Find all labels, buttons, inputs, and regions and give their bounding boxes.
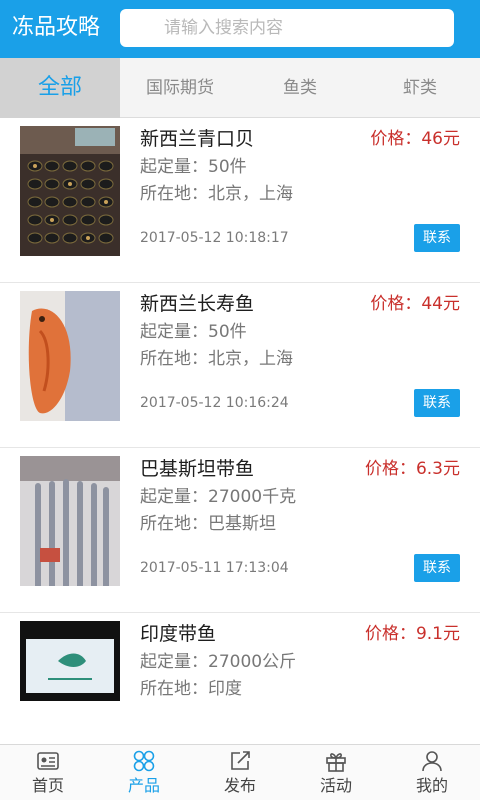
app-title: 冻品攻略 [12, 15, 101, 40]
product-list: 新西兰青口贝 价格：46元 起定量：50件 所在地：北京，上海 2017-05-… [0, 118, 480, 744]
nav-publish-label: 发布 [223, 776, 256, 795]
tab-shrimp[interactable]: 虾类 [360, 58, 480, 118]
nav-activity-label: 活动 [319, 776, 352, 795]
contact-button[interactable]: 联系 [414, 389, 460, 417]
products-icon [133, 750, 155, 772]
product-moq: 起定量：27000公斤 [140, 652, 297, 672]
product-image [20, 126, 120, 256]
search-placeholder: 请输入搜索内容 [164, 18, 283, 38]
product-price: 价格：6.3元 [365, 456, 460, 482]
price-value: 46元 [421, 129, 460, 149]
product-moq: 起定量：50件 [140, 322, 247, 342]
nav-mine-label: 我的 [415, 776, 448, 795]
nav-activity[interactable]: 活动 [288, 745, 384, 800]
product-location: 所在地：印度 [140, 679, 242, 699]
tab-all[interactable]: 全部 [0, 58, 120, 118]
publish-icon [231, 751, 250, 770]
product-timestamp: 2017-05-12 10:16:24 [140, 395, 289, 411]
tab-futures[interactable]: 国际期货 [120, 58, 240, 118]
home-icon [37, 752, 59, 770]
gift-icon [326, 753, 346, 772]
top-bar: 冻品攻略 请输入搜索内容 [0, 0, 480, 58]
product-item[interactable]: 巴基斯坦带鱼 价格：6.3元 起定量：27000千克 所在地：巴基斯坦 2017… [0, 448, 480, 613]
product-price: 价格：9.1元 [365, 621, 460, 647]
nav-mine[interactable]: 我的 [384, 745, 480, 800]
product-location: 所在地：巴基斯坦 [140, 514, 276, 534]
product-price: 价格：44元 [370, 291, 460, 317]
hairtail-box-image [20, 621, 120, 701]
mussels-image [20, 126, 120, 256]
product-name: 新西兰长寿鱼 [140, 293, 255, 315]
product-location: 所在地：北京，上海 [140, 349, 293, 369]
price-label: 价格： [370, 129, 422, 149]
price-label: 价格： [364, 459, 416, 479]
bottom-nav: 首页 产品 发布 活动 我的 [0, 744, 480, 800]
nav-home-label: 首页 [31, 776, 64, 795]
user-icon [422, 751, 442, 772]
product-item[interactable]: 新西兰青口贝 价格：46元 起定量：50件 所在地：北京，上海 2017-05-… [0, 118, 480, 283]
product-moq: 起定量：27000千克 [140, 487, 297, 507]
product-location: 所在地：北京，上海 [140, 184, 293, 204]
price-value: 6.3元 [415, 459, 460, 479]
hairtail-image [20, 456, 120, 586]
product-name: 巴基斯坦带鱼 [140, 458, 255, 480]
product-image [20, 456, 120, 586]
product-timestamp: 2017-05-12 10:18:17 [140, 230, 289, 246]
product-image [20, 291, 120, 421]
nav-publish[interactable]: 发布 [192, 745, 288, 800]
product-moq: 起定量：50件 [140, 157, 247, 177]
product-name: 印度带鱼 [140, 623, 217, 645]
search-input[interactable]: 请输入搜索内容 [120, 9, 454, 47]
category-tabs: 全部 国际期货 鱼类 虾类 [0, 58, 480, 118]
contact-button[interactable]: 联系 [414, 554, 460, 582]
nav-products-label: 产品 [127, 776, 160, 795]
tab-fish[interactable]: 鱼类 [240, 58, 360, 118]
price-value: 44元 [421, 294, 460, 314]
nav-products[interactable]: 产品 [96, 745, 192, 800]
contact-button[interactable]: 联系 [414, 224, 460, 252]
product-item[interactable]: 新西兰长寿鱼 价格：44元 起定量：50件 所在地：北京，上海 2017-05-… [0, 283, 480, 448]
product-price: 价格：46元 [370, 126, 460, 152]
fish-image [20, 291, 120, 421]
product-item[interactable]: 印度带鱼 价格：9.1元 起定量：27000公斤 所在地：印度 [0, 613, 480, 744]
product-image [20, 621, 120, 701]
nav-home[interactable]: 首页 [0, 745, 96, 800]
price-label: 价格： [370, 294, 422, 314]
product-name: 新西兰青口贝 [140, 128, 255, 150]
price-label: 价格： [364, 624, 416, 644]
price-value: 9.1元 [415, 624, 460, 644]
product-timestamp: 2017-05-11 17:13:04 [140, 560, 289, 576]
